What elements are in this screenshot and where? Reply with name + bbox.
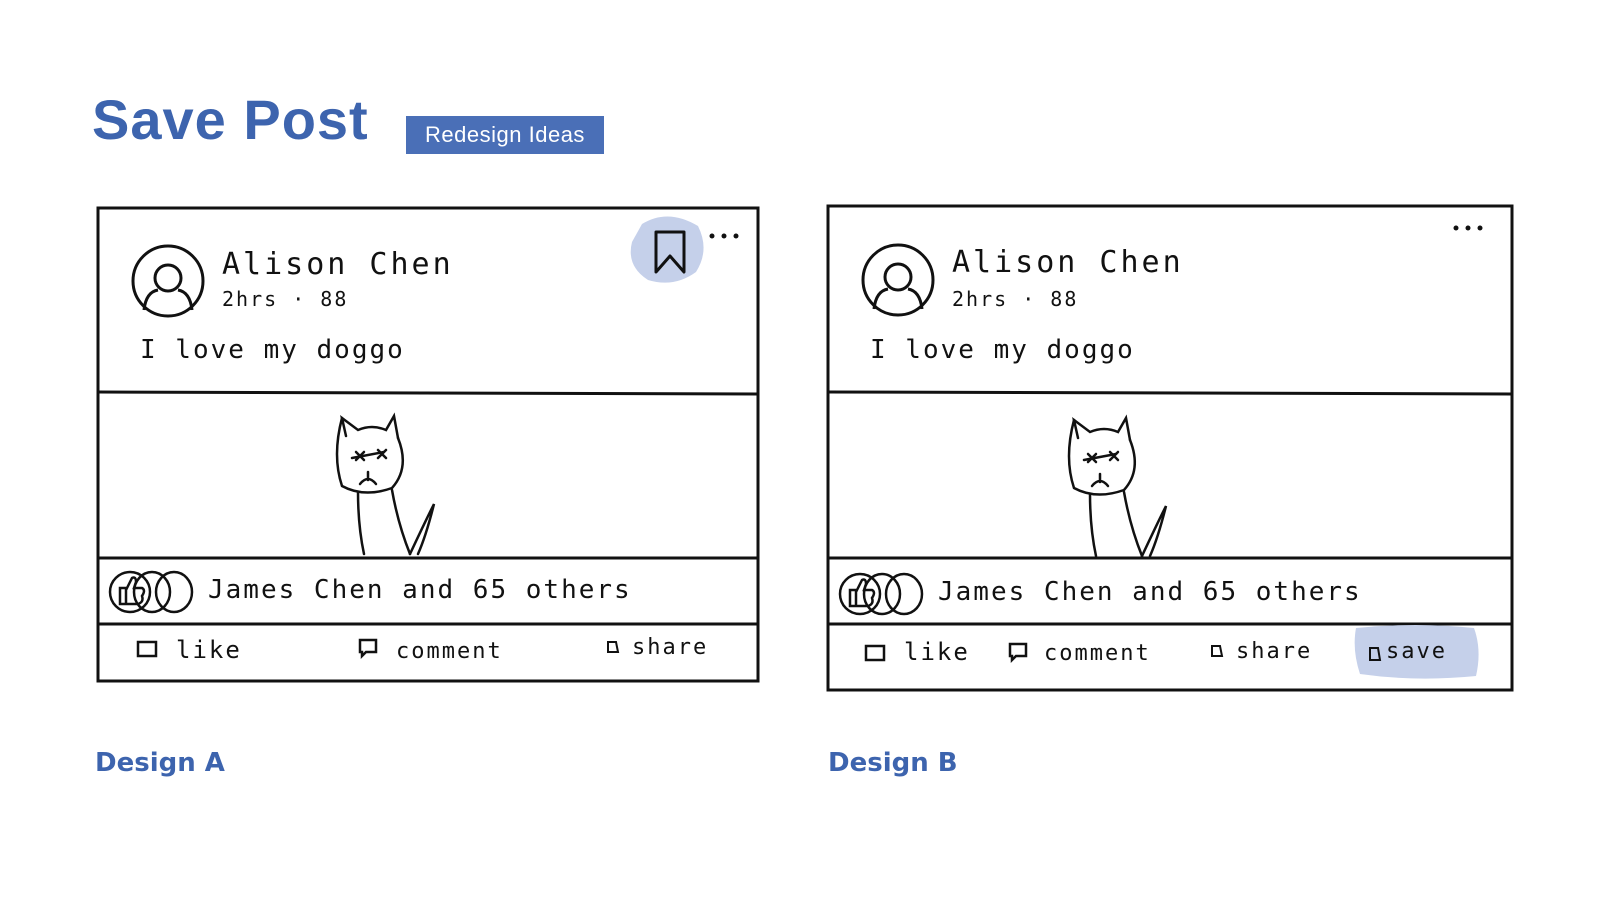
like-label: like bbox=[176, 636, 242, 664]
page-title: Save Post bbox=[92, 88, 369, 151]
save-bookmark-icon[interactable] bbox=[630, 216, 704, 283]
design-b-mockup: Alison Chen 2hrs · 88 I love my doggo Ja… bbox=[826, 204, 1526, 704]
comment-label: comment bbox=[396, 639, 503, 664]
post-text: I love my doggo bbox=[140, 335, 405, 365]
design-a-post-card: Alison Chen 2hrs · 88 I love my doggo Ja… bbox=[96, 206, 760, 683]
post-meta: 2hrs · 88 bbox=[222, 287, 348, 311]
reactions-text[interactable]: James Chen and 65 others bbox=[938, 577, 1362, 607]
save-label: save bbox=[1386, 639, 1447, 664]
share-label: share bbox=[632, 635, 708, 660]
post-meta: 2hrs · 88 bbox=[952, 287, 1078, 311]
share-label: share bbox=[1236, 639, 1312, 664]
save-button[interactable]: save bbox=[1354, 625, 1479, 679]
design-a-mockup: Alison Chen 2hrs · 88 I love my doggo Ja… bbox=[96, 206, 776, 696]
redesign-badge: Redesign Ideas bbox=[406, 116, 604, 154]
design-b-caption: Design B bbox=[828, 748, 958, 778]
design-b-post-card: Alison Chen 2hrs · 88 I love my doggo Ja… bbox=[826, 204, 1514, 692]
author-name[interactable]: Alison Chen bbox=[952, 245, 1184, 280]
reactions-text[interactable]: James Chen and 65 others bbox=[208, 575, 632, 605]
design-a-caption: Design A bbox=[95, 748, 225, 778]
post-text: I love my doggo bbox=[870, 335, 1135, 365]
like-label: like bbox=[904, 638, 970, 666]
author-name[interactable]: Alison Chen bbox=[222, 247, 454, 282]
comment-label: comment bbox=[1044, 641, 1151, 666]
